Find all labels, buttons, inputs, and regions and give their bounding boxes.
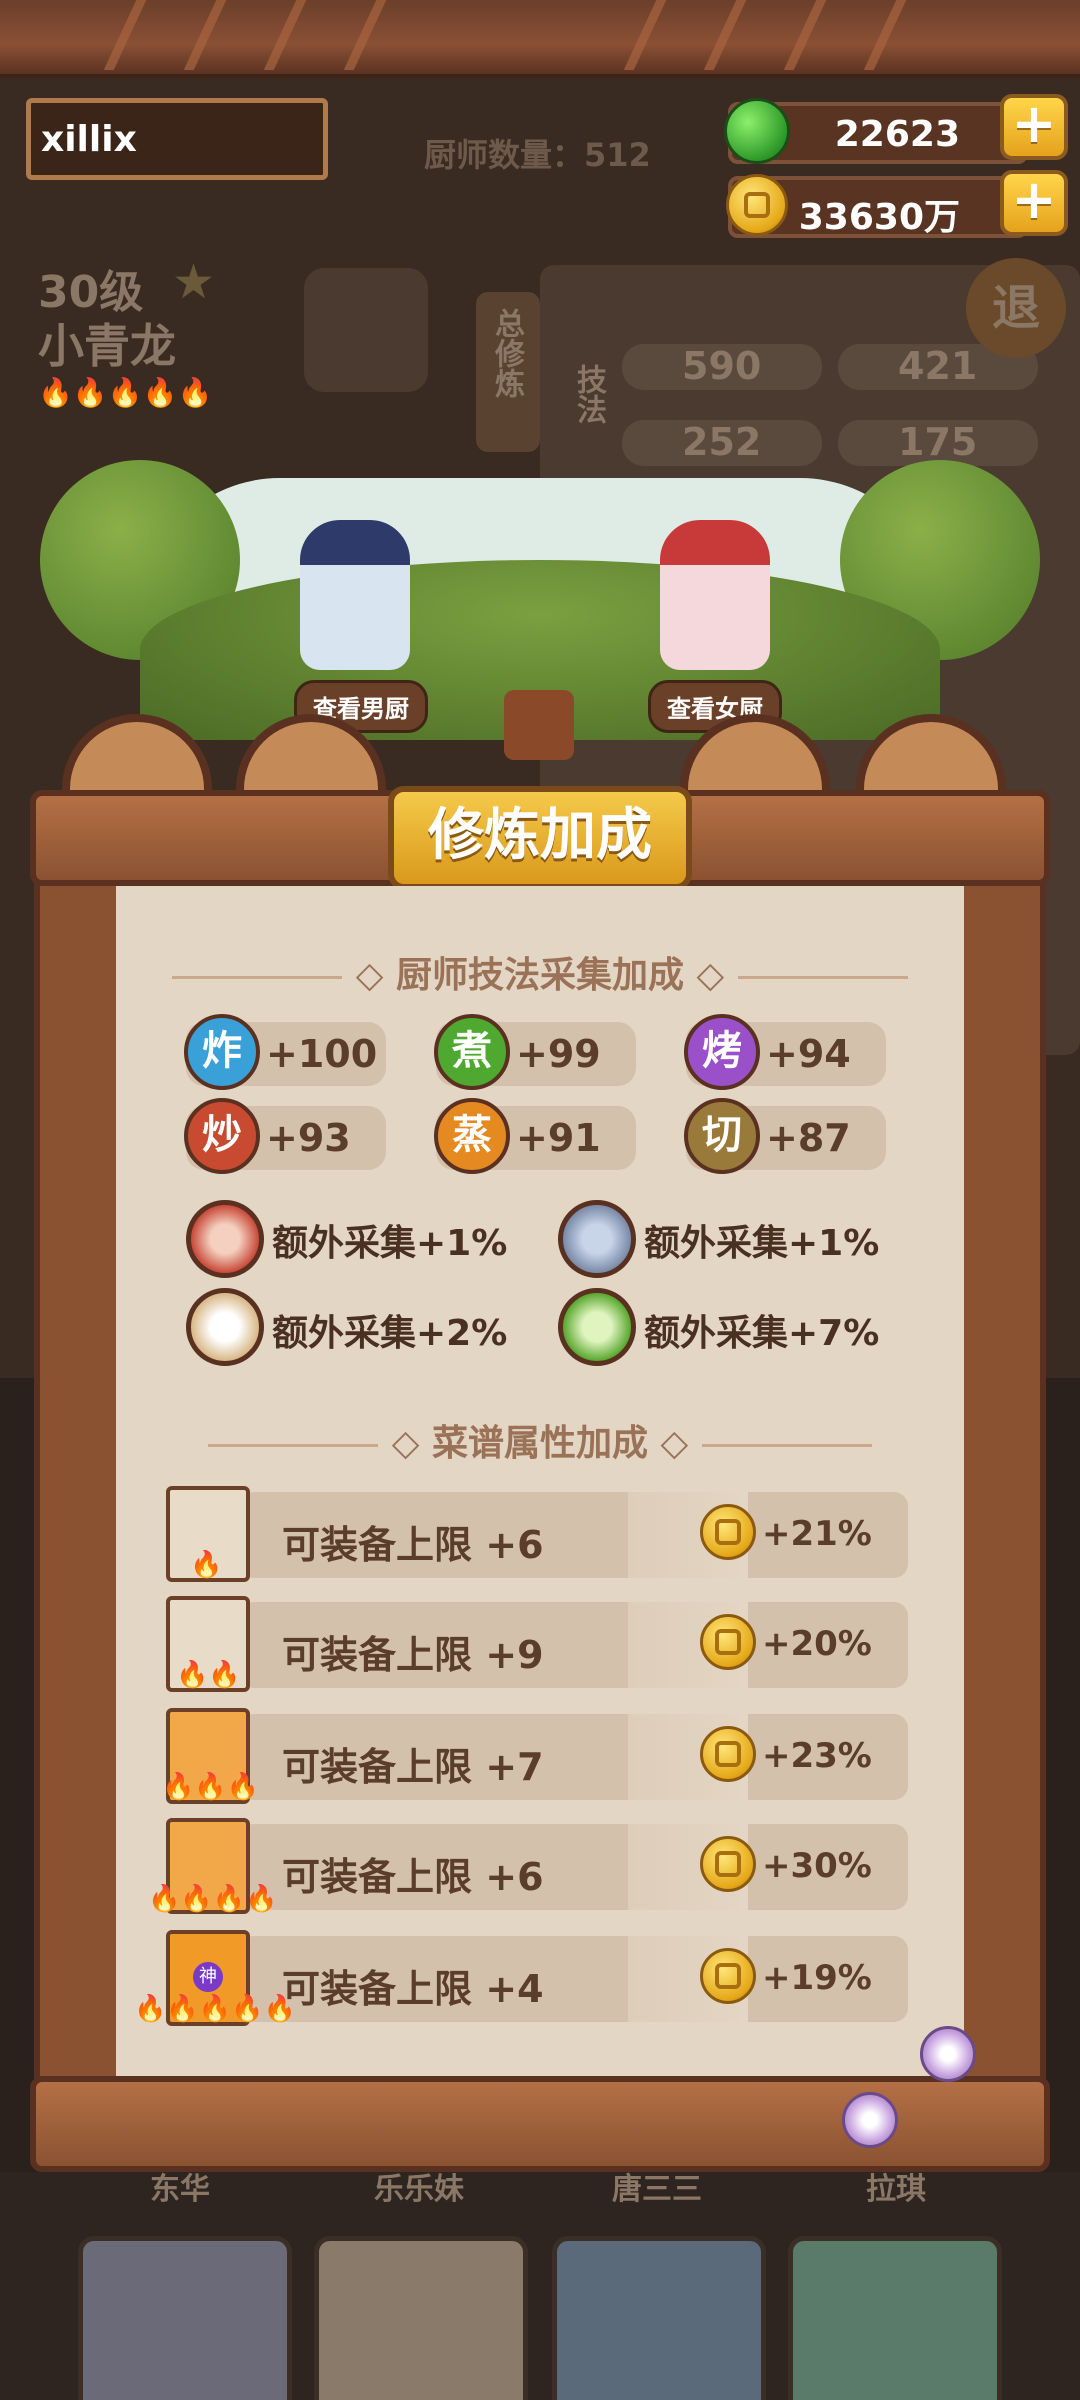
coin-icon bbox=[700, 1614, 756, 1670]
player-name-field[interactable]: xillix bbox=[26, 98, 328, 180]
steam-skill-icon: 蒸 bbox=[434, 1098, 510, 1174]
extra-collect-flour: 额外采集+2% bbox=[272, 1313, 508, 1354]
recipe-limit-label: 可装备上限 +4 bbox=[282, 1967, 544, 2011]
extra-collect-vegetable: 额外采集+7% bbox=[644, 1313, 880, 1354]
card-name: 乐乐妹 bbox=[374, 2172, 464, 2207]
fry-skill-icon: 炸 bbox=[184, 1014, 260, 1090]
skill-label: 技法 bbox=[571, 364, 606, 424]
flame-icon: 🔥🔥 bbox=[176, 1660, 241, 1690]
gem-icon bbox=[724, 98, 790, 164]
flame-icon: 🔥 bbox=[190, 1550, 223, 1580]
male-chef-avatar[interactable] bbox=[300, 520, 410, 670]
recipe-bonus-row: 可装备上限 +9 +20% bbox=[240, 1602, 908, 1688]
coin-icon bbox=[700, 1504, 756, 1560]
recipe-coin-bonus: +30% bbox=[762, 1846, 872, 1886]
coin-icon bbox=[700, 1836, 756, 1892]
coin-icon bbox=[726, 174, 788, 236]
section-title-recipes: ◇ 菜谱属性加成 ◇ bbox=[116, 1414, 964, 1466]
chef-count: 厨师数量：512 bbox=[424, 136, 651, 174]
recipe-bonus-row: 可装备上限 +7 +23% bbox=[240, 1714, 908, 1800]
stirfry-skill-icon: 炒 bbox=[184, 1098, 260, 1174]
flame-icon: 🔥🔥🔥 bbox=[162, 1772, 260, 1802]
chef-card[interactable] bbox=[552, 2236, 766, 2400]
chef-card[interactable] bbox=[788, 2236, 1002, 2400]
card-name: 唐三三 bbox=[612, 2172, 702, 2207]
extra-collect-fish: 额外采集+1% bbox=[644, 1223, 880, 1264]
recipe-limit-label: 可装备上限 +7 bbox=[282, 1745, 544, 1789]
total-train-tab[interactable]: 总修炼 bbox=[476, 292, 540, 452]
add-coins-button[interactable]: + bbox=[1000, 170, 1068, 236]
female-chef-avatar[interactable] bbox=[660, 520, 770, 670]
extra-collect-meat: 额外采集+1% bbox=[272, 1223, 508, 1264]
recipe-limit-label: 可装备上限 +6 bbox=[282, 1523, 544, 1567]
recipe-bonus-row: 可装备上限 +4 +19% bbox=[240, 1936, 908, 2022]
card-name: 拉琪 bbox=[866, 2172, 926, 2207]
recipe-limit-label: 可装备上限 +9 bbox=[282, 1633, 544, 1677]
section-title-skills: ◇ 厨师技法采集加成 ◇ bbox=[116, 946, 964, 998]
recipe-coin-bonus: +20% bbox=[762, 1624, 872, 1664]
signboard bbox=[504, 690, 574, 760]
cabbage-icon bbox=[558, 1288, 636, 1366]
fish-icon bbox=[558, 1200, 636, 1278]
bg-skill-qie: 252 bbox=[622, 420, 822, 466]
card-name: 东华 bbox=[150, 2172, 210, 2207]
coin-icon bbox=[700, 1948, 756, 2004]
meat-icon bbox=[186, 1200, 264, 1278]
boil-skill-icon: 煮 bbox=[434, 1014, 510, 1090]
dish-thumbnail[interactable] bbox=[304, 268, 428, 392]
legend-badge: 神 bbox=[193, 1962, 223, 1992]
add-gems-button[interactable]: + bbox=[1000, 94, 1068, 160]
top-wood-beam bbox=[0, 0, 1080, 78]
flower-icon bbox=[842, 2092, 898, 2148]
chef-card[interactable] bbox=[314, 2236, 528, 2400]
chef-card[interactable] bbox=[78, 2236, 292, 2400]
recipe-coin-bonus: +19% bbox=[762, 1958, 872, 1998]
recipe-bonus-row: 可装备上限 +6 +30% bbox=[240, 1824, 908, 1910]
flame-rating-icon: 🔥🔥🔥🔥🔥 bbox=[38, 376, 213, 409]
roast-skill-icon: 烤 bbox=[684, 1014, 760, 1090]
recipe-bonus-row: 可装备上限 +6 +21% bbox=[240, 1492, 908, 1578]
star-icon: ★ bbox=[172, 254, 216, 310]
bg-skill-zha: 590 bbox=[622, 344, 822, 390]
flame-icon: 🔥🔥🔥🔥🔥 bbox=[134, 1994, 296, 2024]
recipe-limit-label: 可装备上限 +6 bbox=[282, 1855, 544, 1899]
panel-title: 修炼加成 bbox=[388, 786, 692, 890]
back-button[interactable]: 退 bbox=[966, 258, 1066, 358]
flower-icon bbox=[920, 2026, 976, 2082]
flame-icon: 🔥🔥🔥🔥 bbox=[148, 1884, 278, 1914]
recipe-coin-bonus: +21% bbox=[762, 1514, 872, 1554]
recipe-coin-bonus: +23% bbox=[762, 1736, 872, 1776]
chef-name: 小青龙 bbox=[38, 319, 176, 373]
flour-icon bbox=[186, 1288, 264, 1366]
coin-icon bbox=[700, 1726, 756, 1782]
cut-skill-icon: 切 bbox=[684, 1098, 760, 1174]
